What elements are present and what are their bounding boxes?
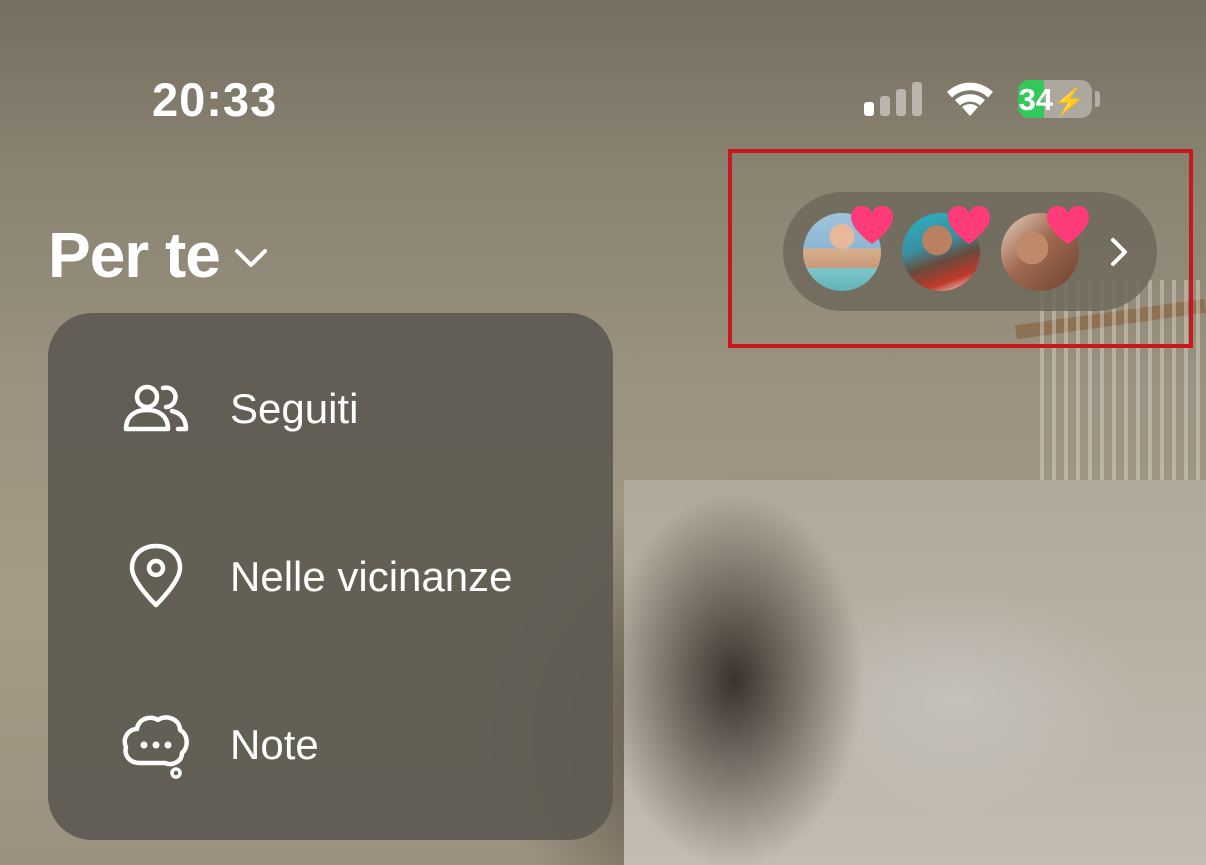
cellular-signal-icon xyxy=(864,82,924,116)
feed-dropdown-menu: Seguiti Nelle vicinanze Note xyxy=(48,313,613,840)
menu-item-nelle-vicinanze[interactable]: Nelle vicinanze xyxy=(48,517,613,637)
video-preview-blurred xyxy=(624,480,1206,865)
menu-item-seguiti[interactable]: Seguiti xyxy=(48,349,613,469)
menu-item-note[interactable]: Note xyxy=(48,685,613,805)
charging-bolt-icon: ⚡ xyxy=(1053,86,1086,116)
chevron-down-icon xyxy=(234,249,267,267)
wifi-icon xyxy=(947,82,993,116)
feed-title: Per te xyxy=(48,219,221,291)
menu-item-label: Note xyxy=(230,721,319,768)
feed-selector[interactable]: Per te xyxy=(48,218,268,292)
battery-tip xyxy=(1095,91,1100,107)
chat-bubble-icon xyxy=(122,715,189,779)
people-icon xyxy=(123,384,189,432)
highlight-box xyxy=(728,149,1193,348)
location-pin-icon xyxy=(129,543,183,608)
menu-item-label: Seguiti xyxy=(230,385,359,432)
status-time: 20:33 xyxy=(152,73,278,126)
battery-level: 34 xyxy=(1018,82,1054,117)
battery-indicator: 34⚡ xyxy=(1018,80,1092,118)
menu-item-label: Nelle vicinanze xyxy=(230,553,513,600)
